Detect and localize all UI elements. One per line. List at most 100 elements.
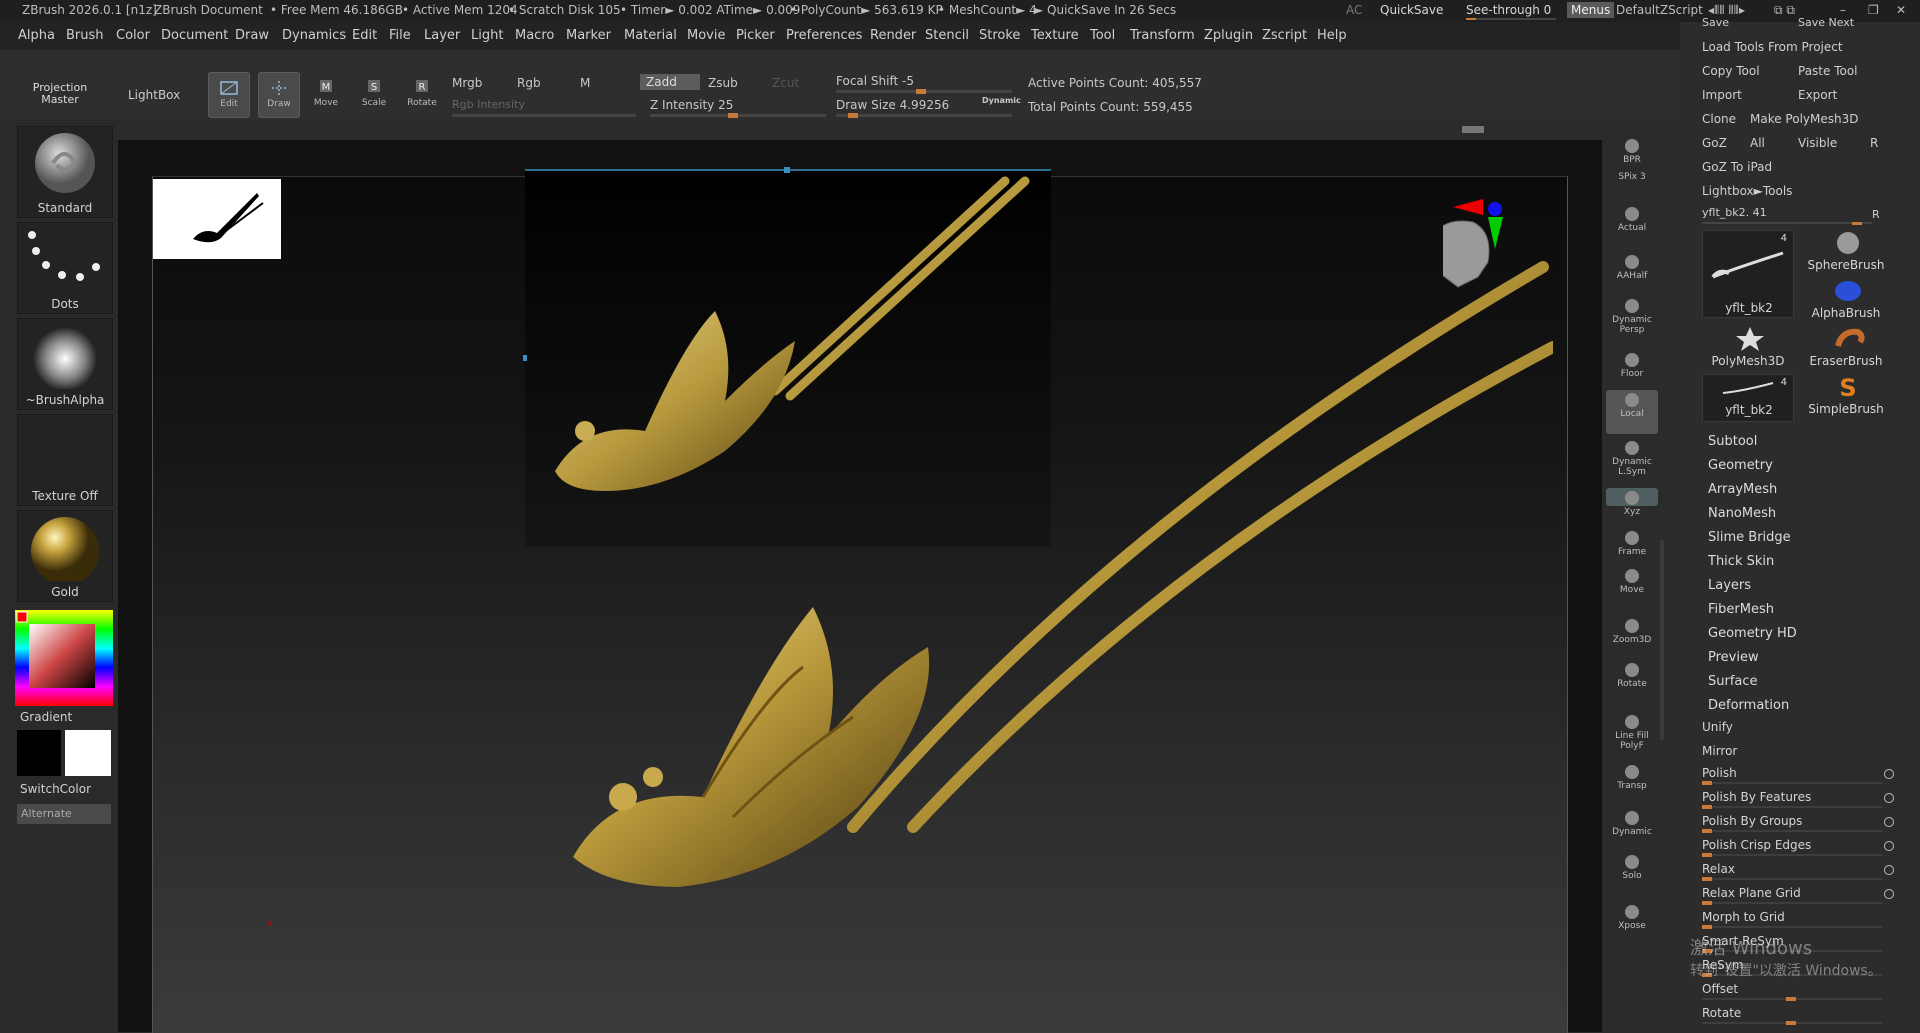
menu-material[interactable]: Material (624, 28, 677, 43)
goz-ipad-button[interactable]: GoZ To iPad (1702, 160, 1772, 174)
axis-toggle-icon[interactable] (1884, 889, 1894, 899)
see-through-slider[interactable]: See-through 0 (1466, 3, 1551, 17)
menu-preferences[interactable]: Preferences (786, 28, 862, 43)
clone-button[interactable]: Clone (1702, 112, 1736, 126)
menu-stroke[interactable]: Stroke (979, 28, 1020, 43)
deformation-slider-knob[interactable] (1702, 829, 1712, 833)
shelf-line-fill-polyf[interactable]: Line Fill PolyF (1606, 712, 1658, 751)
zsub-button[interactable]: Zsub (708, 76, 738, 90)
deformation-relax-plane-grid[interactable]: Relax Plane Grid (1702, 884, 1902, 906)
menu-picker[interactable]: Picker (736, 28, 775, 43)
restore-icon[interactable]: ❐ (1868, 3, 1879, 17)
deformation-rotate[interactable]: Rotate (1702, 1004, 1902, 1026)
deformation-slider-knob[interactable] (1702, 805, 1712, 809)
tool-r-button[interactable]: R (1872, 208, 1880, 221)
right-shelf-scrollbar[interactable] (1660, 540, 1664, 740)
phoenix-hairpin-model[interactable] (553, 217, 1553, 937)
menu-edit[interactable]: Edit (352, 28, 377, 43)
load-tools-button[interactable]: Load Tools From Project (1702, 40, 1843, 54)
shelf-actual[interactable]: Actual (1606, 204, 1658, 233)
material-selector[interactable]: Gold (17, 510, 113, 602)
deformation-unify[interactable]: Unify (1702, 718, 1902, 740)
subpalette-slime-bridge[interactable]: Slime Bridge (1708, 530, 1791, 545)
deformation-slider-knob[interactable] (1702, 781, 1712, 785)
shelf-floor[interactable]: Floor (1606, 350, 1658, 379)
shelf-rotate[interactable]: Rotate (1606, 660, 1658, 689)
goz-button[interactable]: GoZ (1702, 136, 1727, 150)
subpalette-preview[interactable]: Preview (1708, 650, 1759, 665)
navigation-gizmo[interactable] (1443, 197, 1533, 297)
deformation-morph-to-grid[interactable]: Morph to Grid (1702, 908, 1902, 930)
menu-macro[interactable]: Macro (515, 28, 554, 43)
subpalette-layers[interactable]: Layers (1708, 578, 1751, 593)
axis-toggle-icon[interactable] (1884, 865, 1894, 875)
shelf-spix-3[interactable]: SPix 3 (1606, 172, 1658, 182)
menu-transform[interactable]: Transform (1130, 28, 1195, 43)
menu-movie[interactable]: Movie (687, 28, 725, 43)
minimize-icon[interactable]: – (1840, 3, 1846, 17)
brush-selector[interactable]: Standard (17, 126, 113, 218)
tool-name-slider[interactable]: yflt_bk2. 41 (1702, 206, 1767, 219)
menu-tool[interactable]: Tool (1090, 28, 1115, 43)
shelf-zoom3d[interactable]: Zoom3D (1606, 616, 1658, 645)
export-button[interactable]: Export (1798, 88, 1837, 102)
shelf-solo[interactable]: Solo (1606, 852, 1658, 881)
menu-marker[interactable]: Marker (566, 28, 611, 43)
primary-color-swatch[interactable] (17, 730, 61, 776)
subpalette-surface[interactable]: Surface (1708, 674, 1758, 689)
menu-help[interactable]: Help (1317, 28, 1347, 43)
menu-zscript[interactable]: Zscript (1262, 28, 1307, 43)
goz-visible-button[interactable]: Visible (1798, 136, 1837, 150)
subpalette-arraymesh[interactable]: ArrayMesh (1708, 482, 1777, 497)
shelf-bpr[interactable]: BPR (1606, 136, 1658, 165)
move-button[interactable]: M Move (306, 72, 346, 116)
menu-document[interactable]: Document (161, 28, 228, 43)
menu-file[interactable]: File (389, 28, 411, 43)
shelf-scroll-handle[interactable] (1462, 126, 1484, 133)
save-next-button[interactable]: Save Next (1798, 16, 1854, 29)
deformation-mirror[interactable]: Mirror (1702, 742, 1902, 764)
edit-button[interactable]: Edit (208, 72, 250, 118)
draw-button[interactable]: Draw (258, 72, 300, 118)
mrgb-button[interactable]: Mrgb (452, 76, 482, 90)
shelf-dynamic-persp[interactable]: Dynamic Persp (1606, 296, 1658, 335)
subpalette-subtool[interactable]: Subtool (1708, 434, 1757, 449)
shelf-transp[interactable]: Transp (1606, 762, 1658, 791)
deformation-slider-knob[interactable] (1702, 901, 1712, 905)
color-picker[interactable] (15, 610, 113, 706)
navigator-thumbnail[interactable] (153, 179, 281, 259)
goz-r-button[interactable]: R (1870, 136, 1878, 150)
deformation-slider-knob[interactable] (1702, 925, 1712, 929)
rgb-intensity-slider[interactable]: Rgb Intensity (452, 98, 525, 111)
focal-shift-slider[interactable]: Focal Shift -5 (836, 74, 914, 88)
copy-tool-button[interactable]: Copy Tool (1702, 64, 1760, 78)
switchcolor-button[interactable]: SwitchColor (20, 782, 91, 796)
import-button[interactable]: Import (1702, 88, 1742, 102)
document-canvas[interactable]: ✕ (152, 167, 1568, 1033)
axis-toggle-icon[interactable] (1884, 793, 1894, 803)
default-zscript[interactable]: DefaultZScript (1616, 3, 1703, 17)
shelf-xyz[interactable]: Xyz (1606, 488, 1658, 517)
shelf-dynamic-l-sym[interactable]: Dynamic L.Sym (1606, 438, 1658, 477)
axis-toggle-icon[interactable] (1884, 769, 1894, 779)
tool-thumb-simplebrush[interactable]: S SimpleBrush (1800, 374, 1896, 420)
tool-thumb-eraserbrush[interactable]: EraserBrush (1800, 326, 1896, 372)
deformation-polish-by-features[interactable]: Polish By Features (1702, 788, 1902, 810)
alternate-button[interactable]: Alternate (17, 804, 111, 824)
gradient-label[interactable]: Gradient (20, 710, 72, 724)
deformation-slider-knob[interactable] (1702, 877, 1712, 881)
quicksave-button[interactable]: QuickSave (1380, 3, 1443, 17)
alpha-selector[interactable]: ~BrushAlpha (17, 318, 113, 410)
menu-stencil[interactable]: Stencil (925, 28, 969, 43)
menu-alpha[interactable]: Alpha (18, 28, 55, 43)
rotate-button[interactable]: R Rotate (402, 72, 442, 116)
deformation-polish[interactable]: Polish (1702, 764, 1902, 786)
rgb-button[interactable]: Rgb (517, 76, 541, 90)
menu-layer[interactable]: Layer (424, 28, 460, 43)
deformation-polish-crisp-edges[interactable]: Polish Crisp Edges (1702, 836, 1902, 858)
shelf-aahalf[interactable]: AAHalf (1606, 252, 1658, 281)
shelf-local[interactable]: Local (1606, 390, 1658, 434)
goz-all-button[interactable]: All (1750, 136, 1765, 150)
stroke-selector[interactable]: Dots (17, 222, 113, 314)
menu-light[interactable]: Light (471, 28, 503, 43)
